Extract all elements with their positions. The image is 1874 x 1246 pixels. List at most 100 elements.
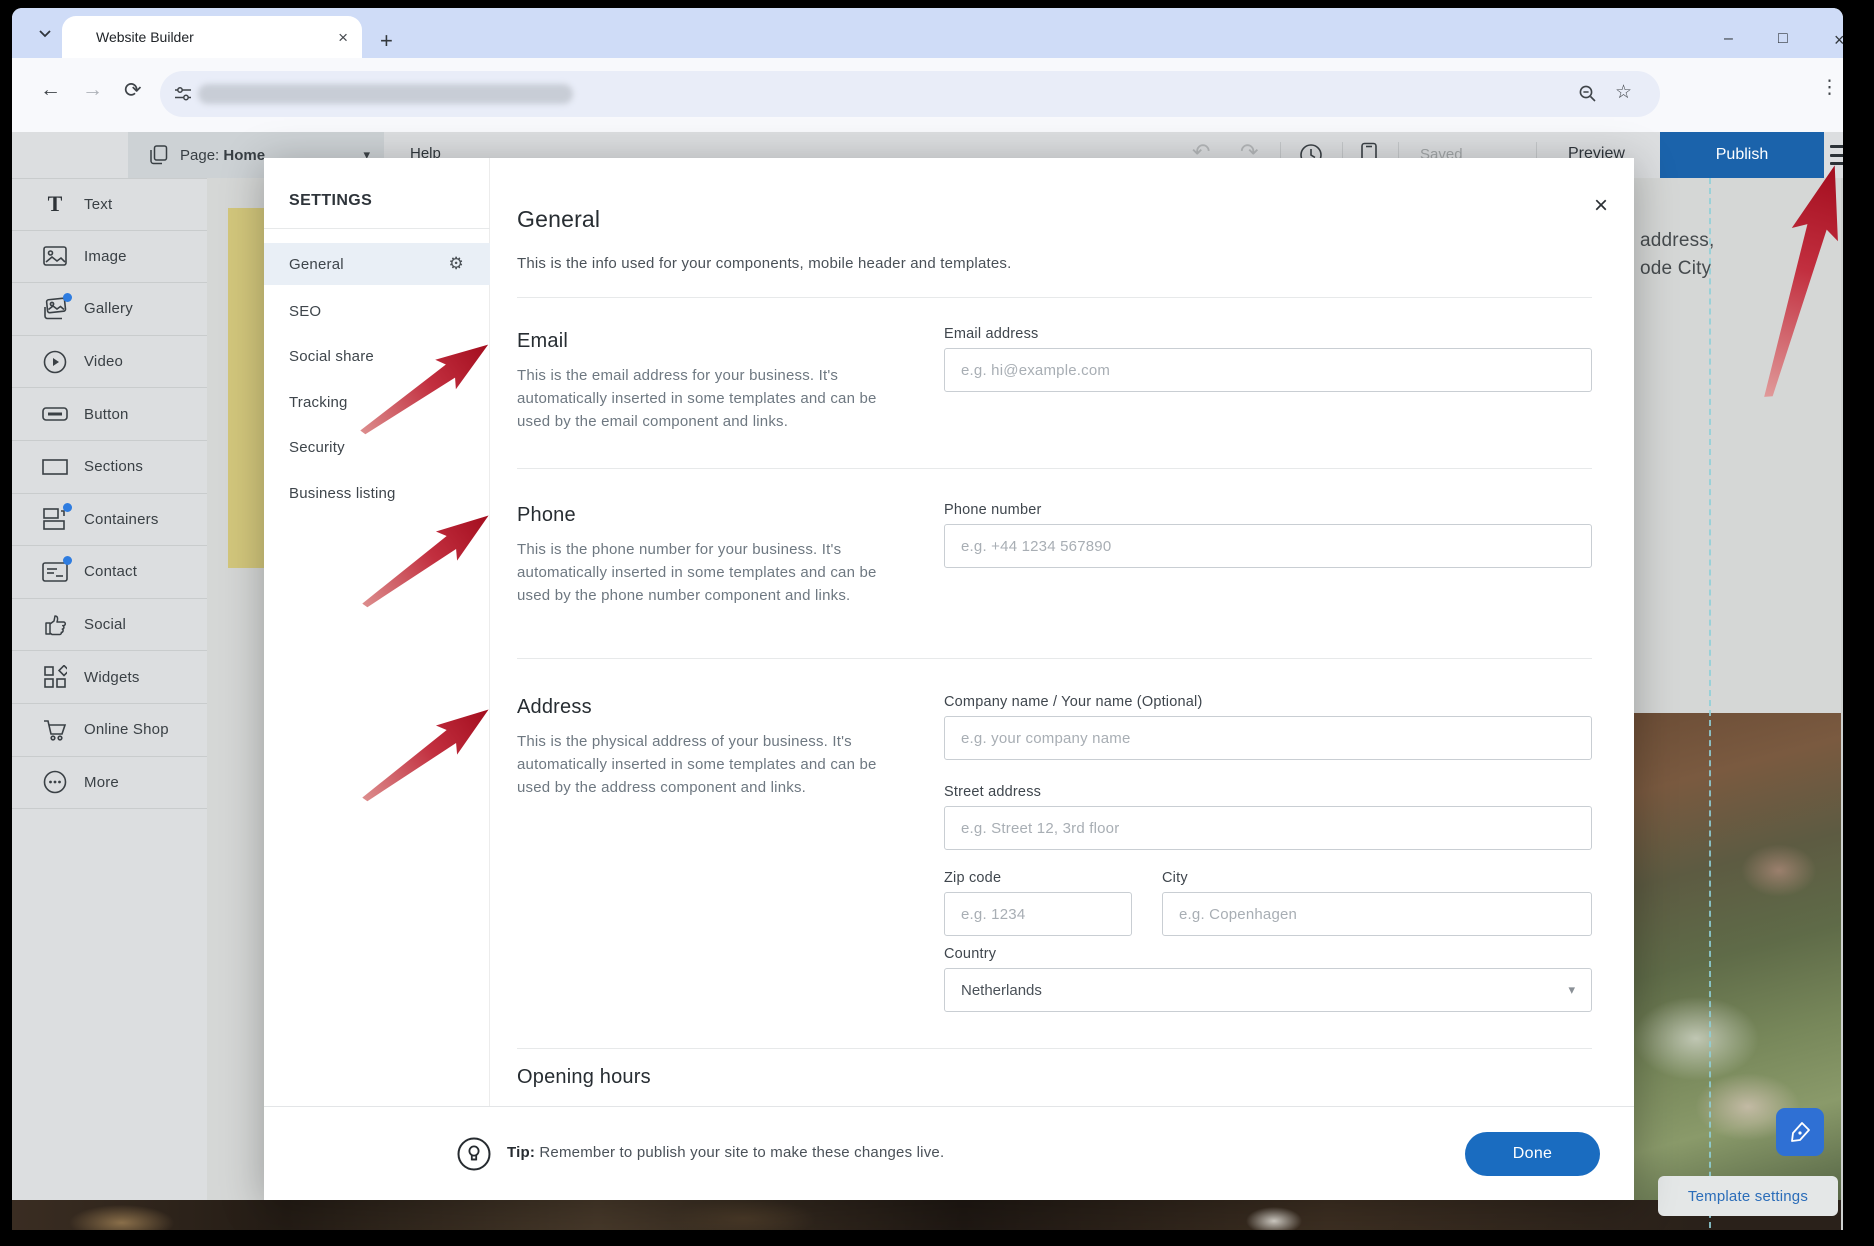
settings-nav-tracking[interactable]: Tracking xyxy=(264,381,490,423)
tip-text: Tip: Remember to publish your site to ma… xyxy=(507,1144,944,1161)
settings-nav-business-listing[interactable]: Business listing xyxy=(264,472,490,514)
browser-menu-icon[interactable]: ⋮ xyxy=(1820,76,1839,98)
email-address-label: Email address xyxy=(944,326,1038,342)
sidebar-item-widgets[interactable]: Widgets xyxy=(12,651,207,704)
modal-footer: Tip: Remember to publish your site to ma… xyxy=(264,1106,1634,1200)
screenshot-stage: Website Builder × + – □ × ← → ⟳ ☆ ⋮ xyxy=(0,0,1874,1246)
tip-lightbulb-icon xyxy=(456,1136,492,1172)
browser-window: Website Builder × + – □ × ← → ⟳ ☆ ⋮ xyxy=(12,8,1843,1230)
sidebar-item-label: More xyxy=(84,774,119,791)
tab-close-icon[interactable]: × xyxy=(338,29,348,46)
sidebar-item-label: Button xyxy=(84,406,129,423)
sidebar-item-social[interactable]: Social xyxy=(12,599,207,652)
tab-search-chevron-icon[interactable] xyxy=(30,19,60,49)
phone-number-input[interactable] xyxy=(944,524,1592,568)
settings-nav-social-share[interactable]: Social share xyxy=(264,335,490,377)
forward-icon[interactable]: → xyxy=(82,78,103,102)
back-icon[interactable]: ← xyxy=(40,78,61,102)
canvas-photo-strip xyxy=(12,1200,1841,1230)
email-address-input[interactable] xyxy=(944,348,1592,392)
modal-title: General xyxy=(517,206,600,233)
settings-nav-general[interactable]: General ⚙ xyxy=(264,243,490,285)
country-label: Country xyxy=(944,946,996,962)
design-edit-button[interactable] xyxy=(1776,1108,1824,1156)
modal-close-icon[interactable]: × xyxy=(1594,194,1608,218)
city-input[interactable] xyxy=(1162,892,1592,936)
sidebar-item-gallery[interactable]: Gallery xyxy=(12,283,207,336)
divider xyxy=(517,468,1592,469)
sidebar-item-contact[interactable]: Contact xyxy=(12,546,207,599)
sidebar-item-label: Gallery xyxy=(84,300,133,317)
zip-code-label: Zip code xyxy=(944,870,1001,886)
settings-modal: SETTINGS General ⚙ SEO Social share Trac… xyxy=(264,158,1634,1200)
sidebar-item-containers[interactable]: Containers xyxy=(12,494,207,547)
window-minimize-icon[interactable]: – xyxy=(1724,30,1733,48)
canvas-text-fragment: address, xyxy=(1640,230,1714,252)
tab-title: Website Builder xyxy=(96,29,338,45)
browser-toolbar: ← → ⟳ ☆ ⋮ xyxy=(12,58,1843,132)
reload-icon[interactable]: ⟳ xyxy=(124,78,142,103)
template-settings-button[interactable]: Template settings xyxy=(1658,1176,1838,1216)
nav-item-label: General xyxy=(289,256,344,273)
layout-guide-line xyxy=(1709,178,1711,1230)
sidebar-item-image[interactable]: Image xyxy=(12,231,207,284)
address-bar[interactable]: ☆ xyxy=(160,71,1660,117)
settings-nav-seo[interactable]: SEO xyxy=(264,290,490,332)
zoom-out-icon[interactable] xyxy=(1578,84,1598,104)
bookmark-star-icon[interactable]: ☆ xyxy=(1615,81,1632,104)
sidebar-item-online-shop[interactable]: Online Shop xyxy=(12,704,207,757)
sidebar-item-label: Contact xyxy=(84,563,137,580)
pen-icon xyxy=(1788,1120,1812,1144)
publish-button[interactable]: Publish xyxy=(1660,132,1824,178)
divider xyxy=(264,228,490,229)
nav-item-label: Social share xyxy=(289,348,374,365)
builder-menu-icon[interactable] xyxy=(1830,145,1843,165)
social-icon xyxy=(42,612,68,638)
settings-nav: SETTINGS General ⚙ SEO Social share Trac… xyxy=(264,158,490,1200)
site-settings-icon[interactable] xyxy=(174,85,192,103)
sidebar-item-button[interactable]: Button xyxy=(12,388,207,441)
company-name-label: Company name / Your name (Optional) xyxy=(944,694,1202,710)
sidebar-item-text[interactable]: T Text xyxy=(12,178,207,231)
blurred-url-text xyxy=(198,84,573,104)
settings-nav-security[interactable]: Security xyxy=(264,426,490,468)
component-sidebar: T Text Image Gallery Video Button Sec xyxy=(12,178,207,1200)
sidebar-item-more[interactable]: More xyxy=(12,757,207,810)
video-icon xyxy=(42,349,68,375)
done-button[interactable]: Done xyxy=(1465,1132,1600,1176)
email-section-description: This is the email address for your busin… xyxy=(517,364,877,433)
image-icon xyxy=(42,243,68,269)
divider xyxy=(517,658,1592,659)
sidebar-item-label: Video xyxy=(84,353,123,370)
window-maximize-icon[interactable]: □ xyxy=(1778,30,1788,48)
gear-icon: ⚙ xyxy=(449,254,464,274)
containers-icon xyxy=(42,506,68,532)
new-badge xyxy=(63,556,72,565)
browser-tab[interactable]: Website Builder × xyxy=(62,16,362,58)
street-address-label: Street address xyxy=(944,784,1041,800)
company-name-input[interactable] xyxy=(944,716,1592,760)
modal-description: This is the info used for your component… xyxy=(517,255,1011,272)
phone-section-heading: Phone xyxy=(517,504,576,527)
phone-number-label: Phone number xyxy=(944,502,1042,518)
sidebar-item-sections[interactable]: Sections xyxy=(12,441,207,494)
new-badge xyxy=(63,503,72,512)
window-close-icon[interactable]: × xyxy=(1834,30,1843,51)
zip-code-input[interactable] xyxy=(944,892,1132,936)
more-icon xyxy=(42,769,68,795)
browser-tab-strip: Website Builder × + – □ × xyxy=(12,8,1843,58)
street-address-input[interactable] xyxy=(944,806,1592,850)
gallery-icon xyxy=(42,296,68,322)
country-value: Netherlands xyxy=(961,982,1042,999)
country-select[interactable]: Netherlands ▾ xyxy=(944,968,1592,1012)
text-icon: T xyxy=(42,191,68,217)
sidebar-item-label: Social xyxy=(84,616,126,633)
settings-nav-title: SETTINGS xyxy=(289,192,372,210)
new-tab-icon[interactable]: + xyxy=(380,30,393,52)
phone-section-description: This is the phone number for your busine… xyxy=(517,538,877,607)
sidebar-item-video[interactable]: Video xyxy=(12,336,207,389)
contact-icon xyxy=(42,559,68,585)
nav-item-label: Security xyxy=(289,439,345,456)
page-scrollbar[interactable] xyxy=(1841,178,1843,1230)
email-section-heading: Email xyxy=(517,330,568,353)
